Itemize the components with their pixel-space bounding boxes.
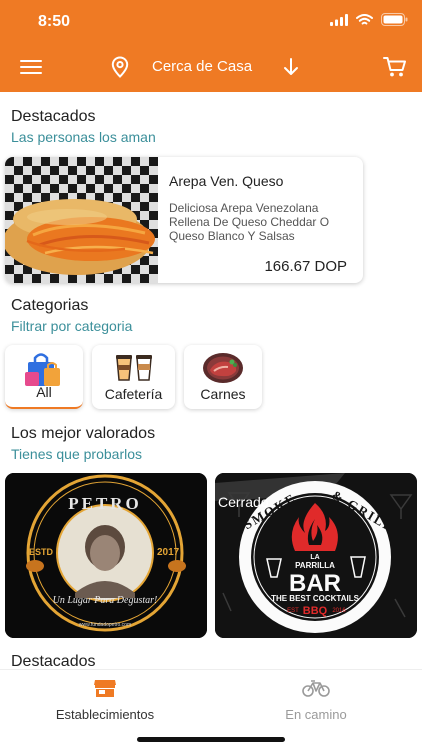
menu-button[interactable]	[18, 55, 44, 79]
category-carnes[interactable]: Carnes	[184, 345, 262, 409]
location-label[interactable]: Cerca de Casa	[152, 58, 252, 75]
year-label: 2016	[332, 608, 346, 614]
category-all[interactable]: All	[5, 345, 83, 409]
closed-status-badge: Cerrado	[218, 494, 269, 510]
storefront-icon	[94, 680, 116, 697]
petro-logo: PETRO ESTD 2017 Un Lugar Para Degustar! …	[5, 473, 207, 638]
category-cafeteria-label: Cafetería	[104, 386, 163, 402]
tab-en-camino-label: En camino	[285, 707, 347, 722]
tab-establecimientos-label: Establecimientos	[55, 707, 155, 722]
category-carnes-label: Carnes	[200, 386, 246, 402]
petro-logo-title: PETRO	[68, 494, 142, 513]
categories-subtitle: Filtrar por categoria	[11, 318, 133, 334]
signal-icon	[330, 13, 348, 26]
name-top: LA	[310, 554, 319, 561]
restaurant-tile-petro[interactable]: PETRO ESTD 2017 Un Lugar Para Degustar! …	[5, 473, 207, 638]
name-mid: PARRILLA	[295, 561, 335, 570]
coffee-cups-icon	[115, 355, 152, 381]
tab-en-camino[interactable]: En camino	[236, 678, 396, 722]
cart-button[interactable]	[382, 55, 408, 79]
featured-product-name: Arepa Ven. Queso	[169, 173, 284, 189]
top-rated-subtitle: Tienes que probarlos	[11, 446, 143, 462]
location-dropdown-button[interactable]	[280, 55, 302, 79]
featured-product-description: Deliciosa Arepa Venezolana Rellena De Qu…	[169, 201, 330, 243]
est-label: EST	[287, 608, 299, 614]
status-icons	[330, 13, 408, 26]
name-big: BAR	[289, 570, 341, 597]
wifi-icon	[356, 13, 373, 24]
location-button[interactable]	[109, 55, 131, 79]
featured-product-price: 166.67 DOP	[264, 258, 347, 275]
shopping-cart-icon	[383, 57, 406, 77]
petro-url: www.fundadopetro.com	[79, 622, 131, 628]
featured-title: Destacados	[11, 108, 96, 125]
hamburger-menu-icon	[20, 60, 42, 74]
arepa-photo	[5, 157, 158, 283]
meat-plate-icon	[203, 353, 243, 383]
location-pin-icon	[111, 56, 129, 78]
slogan: THE BEST COCKTAILS	[271, 594, 360, 603]
category-cafeteria[interactable]: Cafetería	[92, 345, 175, 409]
featured-subtitle: Las personas los aman	[11, 129, 156, 145]
tab-establecimientos[interactable]: Establecimientos	[25, 678, 185, 722]
shopping-bags-icon	[25, 353, 60, 386]
top-rated-title: Los mejor valorados	[11, 425, 156, 442]
petro-year: 2017	[157, 547, 180, 558]
app-header: 8:50 Cerca de Casa	[0, 0, 422, 92]
arrow-down-icon	[284, 58, 298, 75]
home-indicator	[137, 737, 285, 742]
battery-icon	[381, 13, 408, 26]
status-time: 8:50	[38, 13, 71, 30]
petro-tagline: Un Lugar Para Degustar!	[53, 595, 158, 606]
category-all-label: All	[36, 384, 52, 400]
petro-estd: ESTD	[29, 547, 54, 557]
categories-title: Categorias	[11, 297, 89, 314]
featured-product-card[interactable]: Arepa Ven. Queso Deliciosa Arepa Venezol…	[5, 157, 363, 283]
bbq-label: BBQ	[303, 605, 328, 617]
bicycle-icon	[302, 680, 330, 697]
